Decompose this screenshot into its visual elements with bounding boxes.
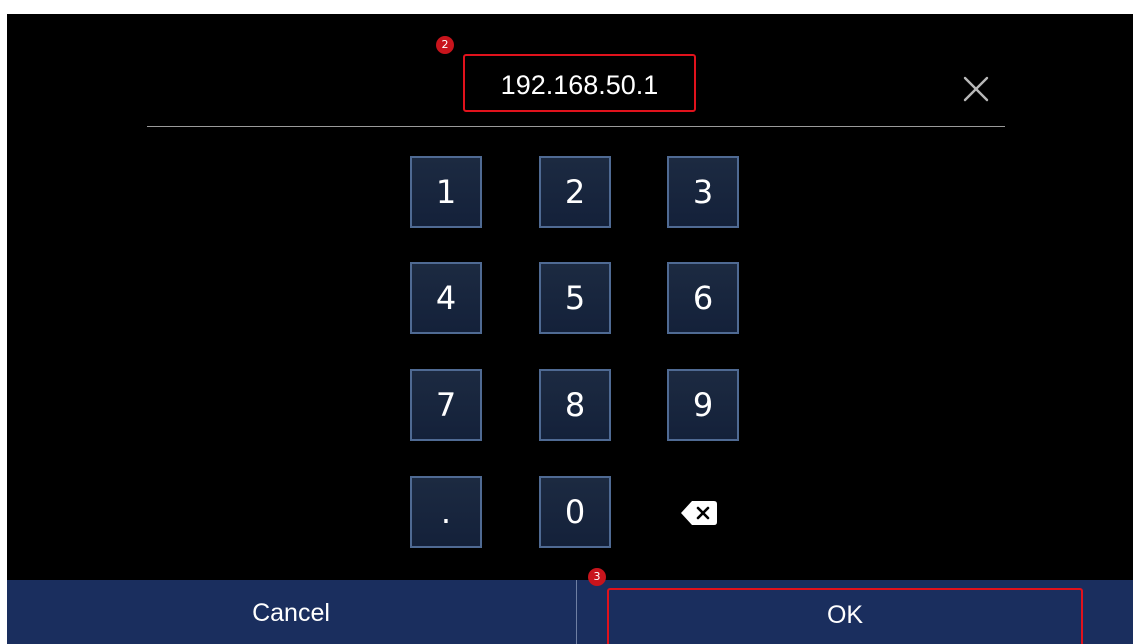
backspace-button[interactable] xyxy=(680,498,718,528)
footer-bar: Cancel OK xyxy=(7,580,1133,644)
key-7[interactable]: 7 xyxy=(410,369,482,441)
footer-divider xyxy=(576,580,577,644)
ip-keypad-dialog: 2 192.168.50.1 1 2 3 4 5 6 7 8 9 . 0 Can… xyxy=(7,14,1133,644)
callout-marker: 2 xyxy=(436,36,454,54)
key-5[interactable]: 5 xyxy=(539,262,611,334)
backspace-icon xyxy=(681,501,717,525)
clear-button[interactable] xyxy=(957,70,995,108)
key-dot[interactable]: . xyxy=(410,476,482,548)
key-2[interactable]: 2 xyxy=(539,156,611,228)
close-icon xyxy=(963,76,989,102)
key-4[interactable]: 4 xyxy=(410,262,482,334)
key-0[interactable]: 0 xyxy=(539,476,611,548)
callout-marker: 3 xyxy=(588,568,606,586)
ip-address-field[interactable]: 192.168.50.1 xyxy=(463,54,696,112)
key-9[interactable]: 9 xyxy=(667,369,739,441)
key-6[interactable]: 6 xyxy=(667,262,739,334)
cancel-button[interactable]: Cancel xyxy=(7,580,575,644)
key-1[interactable]: 1 xyxy=(410,156,482,228)
input-divider xyxy=(147,126,1005,127)
ip-input-row: 2 192.168.50.1 xyxy=(7,14,1133,128)
ok-button[interactable]: OK xyxy=(607,588,1083,644)
key-3[interactable]: 3 xyxy=(667,156,739,228)
key-8[interactable]: 8 xyxy=(539,369,611,441)
